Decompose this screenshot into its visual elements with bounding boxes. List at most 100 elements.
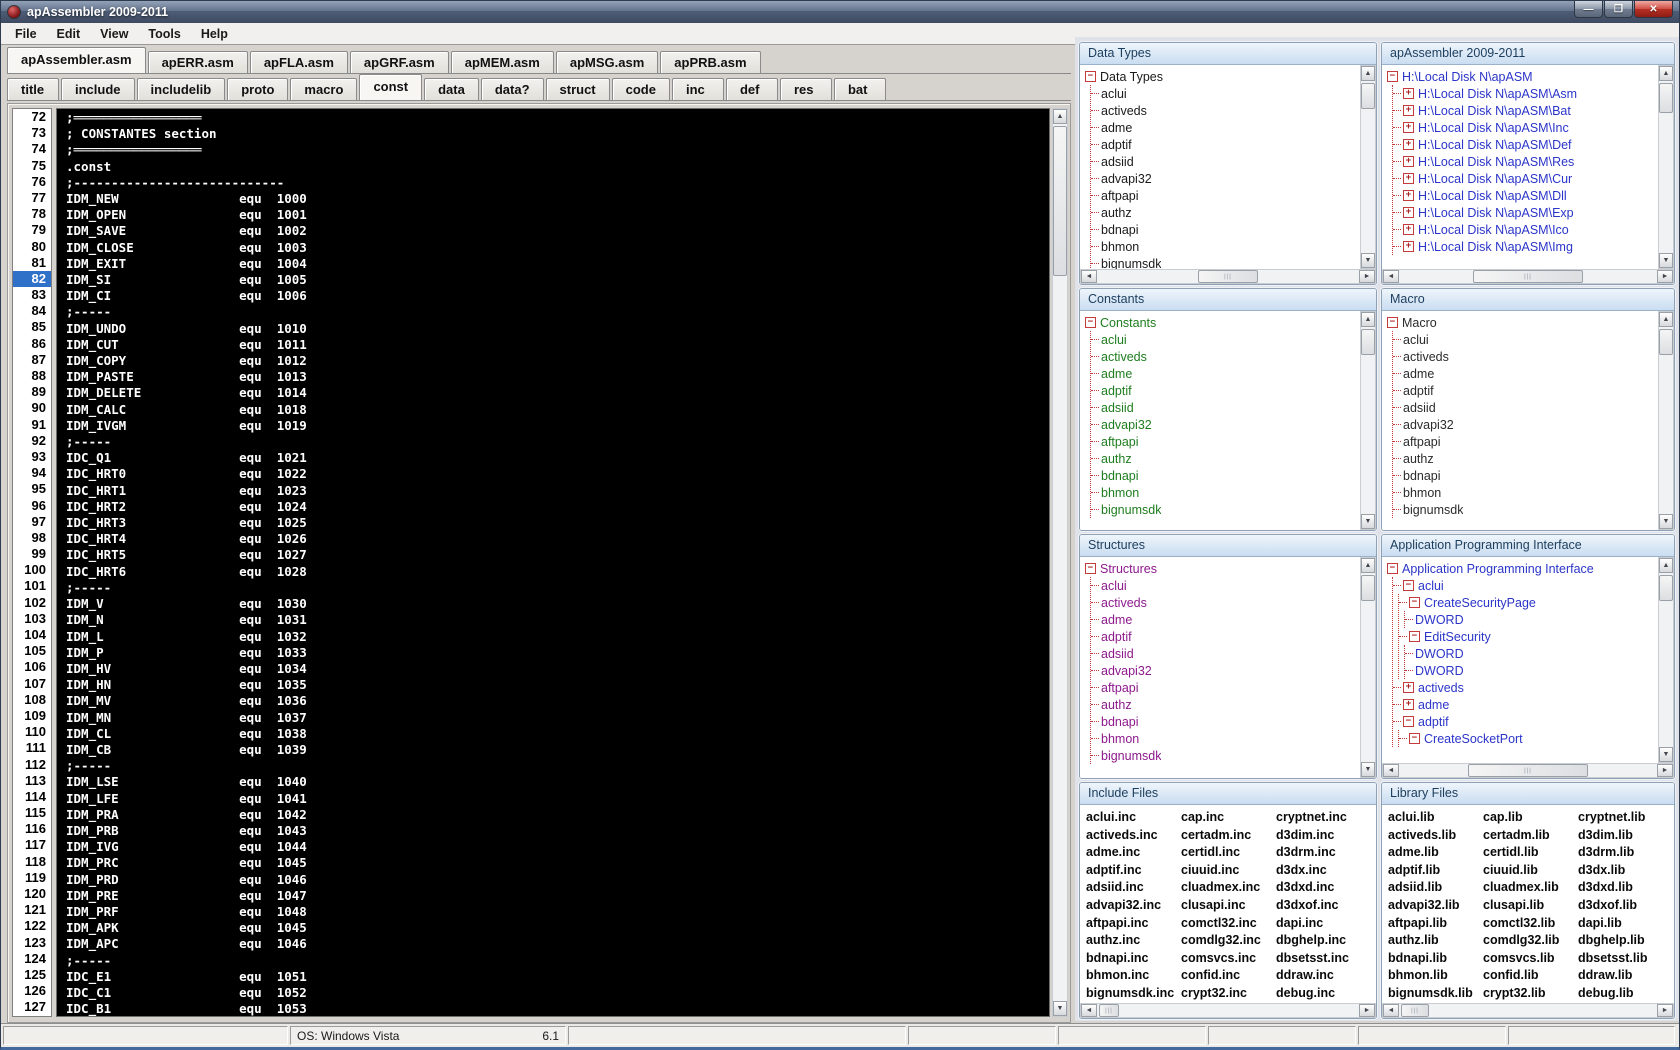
file-item[interactable]: debug.lib <box>1578 985 1673 1003</box>
gutter-line[interactable]: 94 <box>13 465 51 481</box>
tree-item[interactable]: adme <box>1091 611 1360 628</box>
tree-item[interactable]: + activeds <box>1393 679 1658 696</box>
file-item[interactable]: adsiid.inc <box>1086 879 1181 897</box>
menu-item-edit[interactable]: Edit <box>47 24 91 44</box>
gutter-line[interactable]: 110 <box>13 724 51 740</box>
tree-item[interactable]: adptif <box>1091 382 1360 399</box>
file-item[interactable]: clusapi.inc <box>1181 897 1276 915</box>
scroll-thumb[interactable]: ||| <box>1099 1004 1119 1017</box>
tree-item[interactable]: + H:\Local Disk N\apASM\Ico <box>1393 221 1658 238</box>
tree-item[interactable]: authz <box>1091 204 1360 221</box>
file-item[interactable]: adptif.inc <box>1086 862 1181 880</box>
gutter-line[interactable]: 115 <box>13 805 51 821</box>
scroll-thumb[interactable] <box>1361 329 1375 355</box>
expand-icon[interactable]: + <box>1403 122 1414 133</box>
gutter-line[interactable]: 116 <box>13 821 51 837</box>
tree-item[interactable]: bhmon <box>1393 484 1658 501</box>
scroll-track[interactable] <box>1361 327 1375 514</box>
gutter-line[interactable]: 81 <box>13 255 51 271</box>
gutter-line[interactable]: 85 <box>13 319 51 335</box>
menu-item-tools[interactable]: Tools <box>138 24 190 44</box>
file-item[interactable]: cryptnet.lib <box>1578 809 1673 827</box>
file-item[interactable]: certidl.inc <box>1181 844 1276 862</box>
scroll-thumb[interactable] <box>1659 83 1673 113</box>
tree-item[interactable]: adptif <box>1091 628 1360 645</box>
tree-item[interactable]: − CreateSocketPort <box>1399 730 1658 747</box>
scroll-down-button[interactable]: ▼ <box>1053 1001 1067 1016</box>
scroll-down-button[interactable]: ▼ <box>1361 762 1375 777</box>
scroll-track[interactable]: ||| <box>1097 1004 1359 1017</box>
tree-item[interactable]: DWORD <box>1405 645 1658 662</box>
section-tab-inc[interactable]: inc <box>671 78 724 100</box>
section-tab-proto[interactable]: proto <box>227 78 289 100</box>
tree-item[interactable]: adptif <box>1091 136 1360 153</box>
file-item[interactable]: ciuuid.inc <box>1181 862 1276 880</box>
scroll-up-button[interactable]: ▲ <box>1659 558 1673 573</box>
gutter-line[interactable]: 126 <box>13 983 51 999</box>
code-area[interactable]: ;═════════════════ ; CONSTANTES section … <box>56 108 1050 1017</box>
tree-item[interactable]: bignumsdk <box>1091 747 1360 764</box>
tree-item[interactable]: − Macro <box>1387 314 1658 331</box>
gutter-line[interactable]: 82 <box>13 270 51 288</box>
scroll-right-button[interactable]: ► <box>1657 270 1673 283</box>
tree-item[interactable]: − adptif <box>1393 713 1658 730</box>
file-item[interactable]: d3dxof.lib <box>1578 897 1673 915</box>
file-item[interactable]: dbghelp.lib <box>1578 932 1673 950</box>
scroll-up-button[interactable]: ▲ <box>1053 109 1067 124</box>
gutter-line[interactable]: 119 <box>13 870 51 886</box>
gutter-line[interactable]: 88 <box>13 368 51 384</box>
scroll-track[interactable]: ||| <box>1399 764 1657 777</box>
tree-item[interactable]: aftpapi <box>1091 187 1360 204</box>
tree-item[interactable]: aclui <box>1091 331 1360 348</box>
gutter-line[interactable]: 108 <box>13 692 51 708</box>
file-tab-apmem-asm[interactable]: apMEM.asm <box>450 51 554 73</box>
vertical-scrollbar[interactable]: ▲ ▼ <box>1658 311 1674 530</box>
scroll-track[interactable] <box>1053 124 1067 1001</box>
file-item[interactable]: certadm.inc <box>1181 827 1276 845</box>
gutter-line[interactable]: 104 <box>13 627 51 643</box>
gutter-line[interactable]: 122 <box>13 918 51 934</box>
collapse-icon[interactable]: − <box>1085 71 1096 82</box>
expand-icon[interactable]: + <box>1403 139 1414 150</box>
file-item[interactable]: advapi32.inc <box>1086 897 1181 915</box>
gutter-line[interactable]: 75 <box>13 158 51 174</box>
tree-item[interactable]: bdnapi <box>1091 221 1360 238</box>
collapse-icon[interactable]: − <box>1403 580 1414 591</box>
file-item[interactable]: comdlg32.inc <box>1181 932 1276 950</box>
tree-item[interactable]: + H:\Local Disk N\apASM\Def <box>1393 136 1658 153</box>
section-tab-struct[interactable]: struct <box>545 78 610 100</box>
gutter-line[interactable]: 79 <box>13 222 51 238</box>
vertical-scrollbar[interactable]: ▲ ▼ <box>1658 557 1674 763</box>
file-item[interactable]: d3dx.inc <box>1276 862 1371 880</box>
file-item[interactable]: confid.inc <box>1181 967 1276 985</box>
expand-icon[interactable]: + <box>1403 224 1414 235</box>
scroll-thumb[interactable] <box>1361 83 1375 109</box>
file-item[interactable]: dapi.lib <box>1578 915 1673 933</box>
scroll-track[interactable] <box>1659 81 1673 253</box>
file-item[interactable]: d3drm.inc <box>1276 844 1371 862</box>
file-tab-apfla-asm[interactable]: apFLA.asm <box>249 51 348 73</box>
gutter-line[interactable]: 95 <box>13 481 51 497</box>
scroll-left-button[interactable]: ◄ <box>1081 1004 1097 1017</box>
tree-item[interactable]: bhmon <box>1091 730 1360 747</box>
gutter-line[interactable]: 72 <box>13 109 51 125</box>
tree-item[interactable]: + H:\Local Disk N\apASM\Exp <box>1393 204 1658 221</box>
gutter-line[interactable]: 73 <box>13 125 51 141</box>
file-item[interactable]: aclui.lib <box>1388 809 1483 827</box>
line-number-gutter[interactable]: 72 73 74 75 76 77 78 79 80 81 82 83 84 85 86 87 88 89 90 91… <box>12 108 52 1017</box>
scroll-track[interactable]: ||| <box>1399 270 1657 283</box>
file-item[interactable]: advapi32.lib <box>1388 897 1483 915</box>
collapse-icon[interactable]: − <box>1387 71 1398 82</box>
tree-item[interactable]: + H:\Local Disk N\apASM\Asm <box>1393 85 1658 102</box>
gutter-line[interactable]: 86 <box>13 336 51 352</box>
file-item[interactable]: d3dx.lib <box>1578 862 1673 880</box>
gutter-line[interactable]: 74 <box>13 141 51 157</box>
tree-item[interactable]: bhmon <box>1091 484 1360 501</box>
scroll-right-button[interactable]: ► <box>1657 1004 1673 1017</box>
collapse-icon[interactable]: − <box>1409 631 1420 642</box>
scroll-thumb[interactable]: ||| <box>1473 270 1583 283</box>
scroll-right-button[interactable]: ► <box>1657 764 1673 777</box>
file-item[interactable]: aftpapi.lib <box>1388 915 1483 933</box>
gutter-line[interactable]: 99 <box>13 546 51 562</box>
tree-item[interactable]: adme <box>1091 119 1360 136</box>
